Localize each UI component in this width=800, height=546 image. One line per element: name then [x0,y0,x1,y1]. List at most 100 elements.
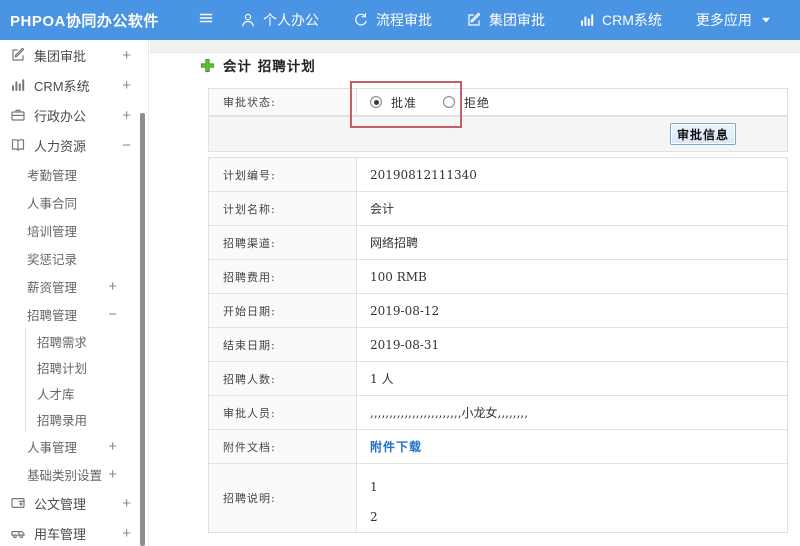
sidebar-item-label: 招聘需求 [37,335,88,350]
sidebar-item-人力资源[interactable]: 人力资源 − [0,130,148,160]
chevron-down-icon [759,13,773,27]
sidebar-item-奖惩记录[interactable]: 奖惩记录 [0,244,148,272]
page-title: 会计 招聘计划 [223,59,316,75]
table-row: 审批人员: ,,,,,,,,,,,,,,,,,,,,,,,,小龙女,,,,,,,, [209,396,787,430]
status-table: 审批状态: 批准 拒绝 审批信息 [208,88,788,152]
sidebar-item-考勤管理[interactable]: 考勤管理 [0,160,148,188]
row-value: 100 RMB [370,269,427,284]
sidebar-item-集团审批[interactable]: 集团审批 + [0,40,148,70]
nav-item-label: CRM系统 [602,12,662,28]
attachment-download-link[interactable]: 附件下载 [370,438,422,455]
sidebar-item-人事管理[interactable]: 人事管理 + [0,432,148,460]
hamburger-menu-button[interactable] [198,10,214,31]
sidebar-item-人事合同[interactable]: 人事合同 [0,188,148,216]
sidebar-item-CRM系统[interactable]: CRM系统 + [0,70,148,100]
sidebar-item-label: 招聘管理 [27,308,78,323]
row-label: 招聘渠道: [209,226,357,259]
status-row: 审批状态: 批准 拒绝 [209,89,787,116]
radio-approve[interactable] [370,96,382,108]
row-value: 20190812111340 [370,167,477,182]
sidebar-item-label: 行政办公 [34,108,87,124]
table-row: 招聘人数: 1 人 [209,362,787,396]
sidebar-item-label: 招聘计划 [37,361,88,376]
row-label: 招聘人数: [209,362,357,395]
top-header-bar: PHPOA协同办公软件 个人办公 流程审批 集团审批 CRM系统 更多应用 [0,0,800,40]
nav-item-workflow[interactable]: 流程审批 [353,10,432,30]
collapse-minus-icon[interactable]: − [108,307,117,322]
button-band: 审批信息 [209,116,787,151]
sidebar-item-公文管理[interactable]: 公文管理 + [0,488,148,518]
sidebar-item-人才库[interactable]: 人才库 [25,380,148,406]
sidebar-item-label: 集团审批 [34,48,87,64]
sidebar-item-薪资管理[interactable]: 薪资管理 + [0,272,148,300]
row-label: 结束日期: [209,328,357,361]
chart-icon [10,77,26,93]
briefcase-icon [10,107,26,123]
sidebar-item-基础类别设置[interactable]: 基础类别设置 + [0,460,148,488]
app-window: PHPOA协同办公软件 个人办公 流程审批 集团审批 CRM系统 更多应用 集团审批 + C… [0,0,800,546]
sidebar-item-培训管理[interactable]: 培训管理 [0,216,148,244]
table-row: 招聘渠道: 网络招聘 [209,226,787,260]
radio-label: 批准 [391,95,418,110]
table-row: 计划名称: 会计 [209,192,787,226]
sidebar-item-label: 招聘录用 [37,413,88,428]
sidebar-item-label: 人力资源 [34,138,87,154]
collapse-minus-icon[interactable]: − [122,138,131,153]
nav-item-user[interactable]: 个人办公 [240,10,319,30]
description-line: 2 [370,510,378,524]
approval-info-button[interactable]: 审批信息 [669,123,736,145]
sidebar-item-label: 公文管理 [34,496,87,512]
row-label: 审批人员: [209,396,357,429]
row-value: 2019-08-31 [370,337,440,352]
sidebar-item-label: 人事管理 [27,440,78,455]
expand-plus-icon[interactable]: + [122,496,131,511]
expand-plus-icon[interactable]: + [108,439,117,454]
book-icon [10,137,26,153]
nav-item-chart[interactable]: CRM系统 [579,10,662,30]
status-options: 批准 拒绝 [357,89,787,115]
radio-label: 拒绝 [464,95,491,110]
table-row: 招聘费用: 100 RMB [209,260,787,294]
row-label: 附件文档: [209,430,357,463]
row-value: 2019-08-12 [370,303,440,318]
sidebar-item-招聘录用[interactable]: 招聘录用 [25,406,148,432]
sidebar-item-招聘计划[interactable]: 招聘计划 [25,354,148,380]
row-label: 招聘费用: [209,260,357,293]
add-plus-icon [200,58,215,73]
sidebar-item-用车管理[interactable]: 用车管理 + [0,518,148,546]
expand-plus-icon[interactable]: + [122,526,131,541]
expand-plus-icon[interactable]: + [108,279,117,294]
expand-plus-icon[interactable]: + [122,108,131,123]
expand-plus-icon[interactable]: + [122,48,131,63]
table-row: 招聘说明: 1 2 [209,464,787,532]
expand-plus-icon[interactable]: + [122,78,131,93]
approval-form: 审批状态: 批准 拒绝 审批信息 计划编号: 20190812111340 计划名称:… [208,88,788,533]
radio-group-reject: 拒绝 [443,94,490,111]
row-label: 计划编号: [209,158,357,191]
row-label: 计划名称: [209,192,357,225]
main-content: 会计 招聘计划 审批状态: 批准 拒绝 审批信息 计划编号: 20190812111… [150,40,800,546]
sidebar-item-label: CRM系统 [34,78,90,94]
workflow-icon [353,12,369,28]
sidebar-item-label: 人事合同 [27,196,78,211]
nav-item-edit[interactable]: 集团审批 [466,10,545,30]
car-icon [10,525,26,541]
row-value: 网络招聘 [370,236,419,250]
sidebar-scrollbar-thumb[interactable] [140,113,145,546]
sidebar-item-label: 薪资管理 [27,280,78,295]
sidebar-item-label: 基础类别设置 [27,468,103,483]
sidebar-item-招聘需求[interactable]: 招聘需求 [25,328,148,354]
app-title: PHPOA协同办公软件 [10,12,159,30]
nav-item-caret[interactable]: 更多应用 [696,10,773,30]
nav-item-label: 个人办公 [263,12,319,28]
edit-icon [10,47,26,63]
expand-plus-icon[interactable]: + [108,467,117,482]
radio-reject[interactable] [443,96,456,108]
sidebar-item-label: 奖惩记录 [27,252,78,267]
sidebar-item-招聘管理[interactable]: 招聘管理 − [0,300,148,328]
table-row: 结束日期: 2019-08-31 [209,328,787,362]
sidebar-item-label: 用车管理 [34,526,87,542]
content-top-strip [150,40,800,53]
sidebar-item-行政办公[interactable]: 行政办公 + [0,100,148,130]
radio-group-approve: 批准 [370,94,417,111]
